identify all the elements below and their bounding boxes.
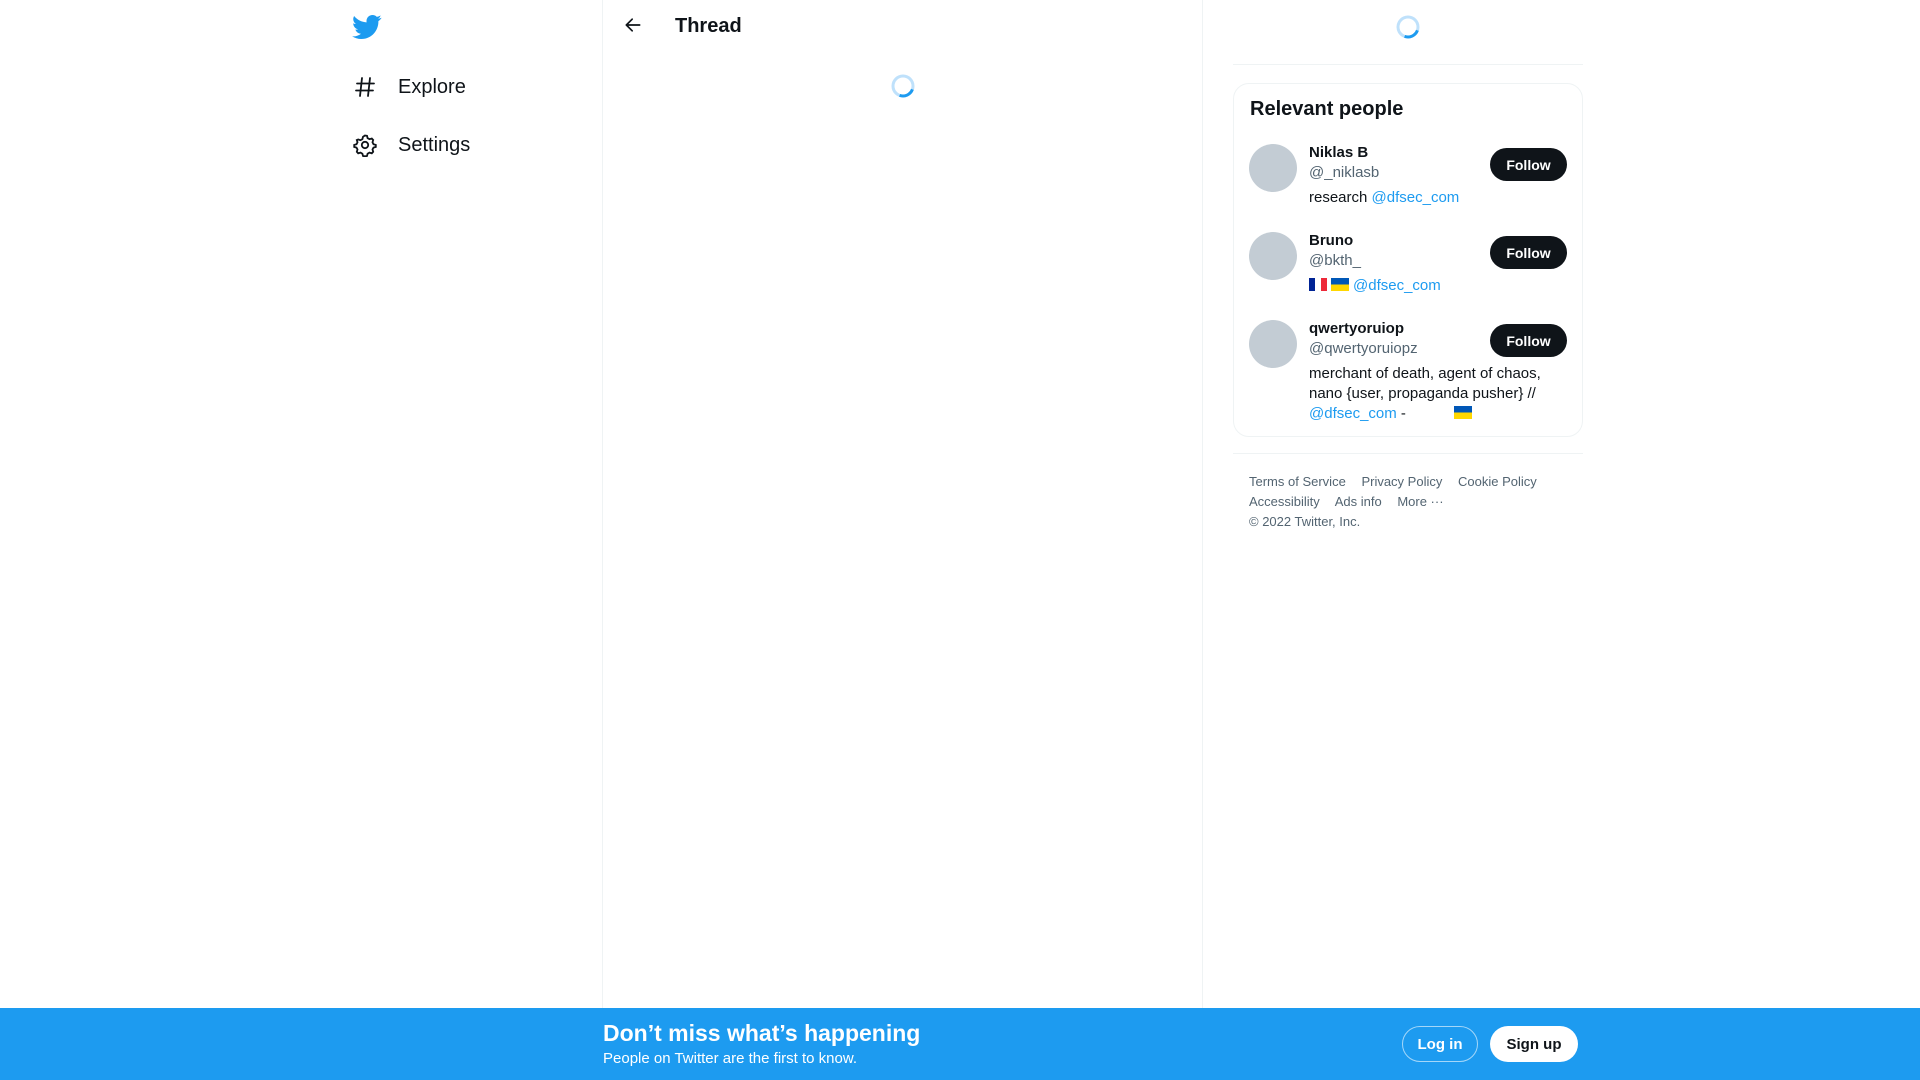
person-bio: research @dfsec_com xyxy=(1309,188,1559,208)
footer-link-ads-info[interactable]: Ads info xyxy=(1335,494,1382,509)
page-title: Thread xyxy=(675,15,742,37)
avatar[interactable] xyxy=(1249,144,1297,192)
bio-mention-link[interactable]: @dfsec_com xyxy=(1309,405,1397,422)
hashtag-icon xyxy=(352,74,378,100)
footer-link-cookie[interactable]: Cookie Policy xyxy=(1458,474,1537,489)
spinner-icon xyxy=(890,73,916,99)
person-name[interactable]: Niklas B xyxy=(1309,144,1368,161)
banner-title: Don’t miss what’s happening xyxy=(603,1020,921,1046)
nav-item-explore[interactable]: Explore xyxy=(352,62,466,112)
flag-france-icon xyxy=(1309,278,1327,291)
bio-text: merchant of death, agent of chaos, nano … xyxy=(1309,365,1541,402)
signup-banner: Don’t miss what’s happening People on Tw… xyxy=(0,1008,1920,1080)
footer-link-accessibility[interactable]: Accessibility xyxy=(1249,494,1320,509)
nav-label-explore: Explore xyxy=(398,75,466,98)
arrow-left-icon xyxy=(623,15,643,40)
main-column: Thread xyxy=(603,0,1203,1080)
signup-button[interactable]: Sign up xyxy=(1490,1026,1578,1062)
flag-ukraine-icon xyxy=(1331,278,1349,291)
person-handle[interactable]: @qwertyoruiopz xyxy=(1309,340,1418,357)
left-nav: Explore Settings xyxy=(340,0,603,1080)
follow-button[interactable]: Follow xyxy=(1490,324,1567,357)
footer-links: Terms of Service Privacy Policy Cookie P… xyxy=(1249,472,1569,532)
nav-label-settings: Settings xyxy=(398,133,471,156)
gear-icon xyxy=(352,132,378,158)
person-name[interactable]: Bruno xyxy=(1309,232,1353,249)
login-button[interactable]: Log in xyxy=(1402,1026,1478,1062)
bio-mention-link[interactable]: @dfsec_com xyxy=(1353,277,1441,294)
back-button[interactable] xyxy=(616,10,650,44)
person-bio: merchant of death, agent of chaos, nano … xyxy=(1309,364,1559,424)
spinner-icon xyxy=(1395,14,1421,40)
banner-subtitle: People on Twitter are the first to know. xyxy=(603,1050,858,1067)
avatar[interactable] xyxy=(1249,232,1297,280)
divider xyxy=(1233,64,1583,65)
relevant-people-title: Relevant people xyxy=(1250,98,1404,120)
flag-ukraine-icon xyxy=(1453,406,1472,419)
bio-mention-link[interactable]: @dfsec_com xyxy=(1372,189,1460,206)
person-handle[interactable]: @bkth_ xyxy=(1309,252,1361,269)
divider xyxy=(1233,453,1583,454)
footer-link-terms[interactable]: Terms of Service xyxy=(1249,474,1346,489)
person-name[interactable]: qwertyoruiop xyxy=(1309,320,1404,337)
right-sidebar: Relevant people Niklas B @_niklasb resea… xyxy=(1233,0,1583,1080)
twitter-bird-icon[interactable] xyxy=(352,12,382,42)
footer-link-more[interactable]: More ··· xyxy=(1397,494,1443,509)
copyright: © 2022 Twitter, Inc. xyxy=(1249,514,1361,529)
bio-text: research xyxy=(1309,189,1372,206)
thread-header: Thread xyxy=(603,0,1203,53)
footer-link-privacy[interactable]: Privacy Policy xyxy=(1361,474,1442,489)
person-bio: @dfsec_com xyxy=(1309,276,1559,296)
follow-button[interactable]: Follow xyxy=(1490,236,1567,269)
follow-button[interactable]: Follow xyxy=(1490,148,1567,181)
person-handle[interactable]: @_niklasb xyxy=(1309,164,1379,181)
avatar[interactable] xyxy=(1249,320,1297,368)
nav-item-settings[interactable]: Settings xyxy=(352,120,470,170)
bio-suffix: - xyxy=(1396,405,1406,422)
